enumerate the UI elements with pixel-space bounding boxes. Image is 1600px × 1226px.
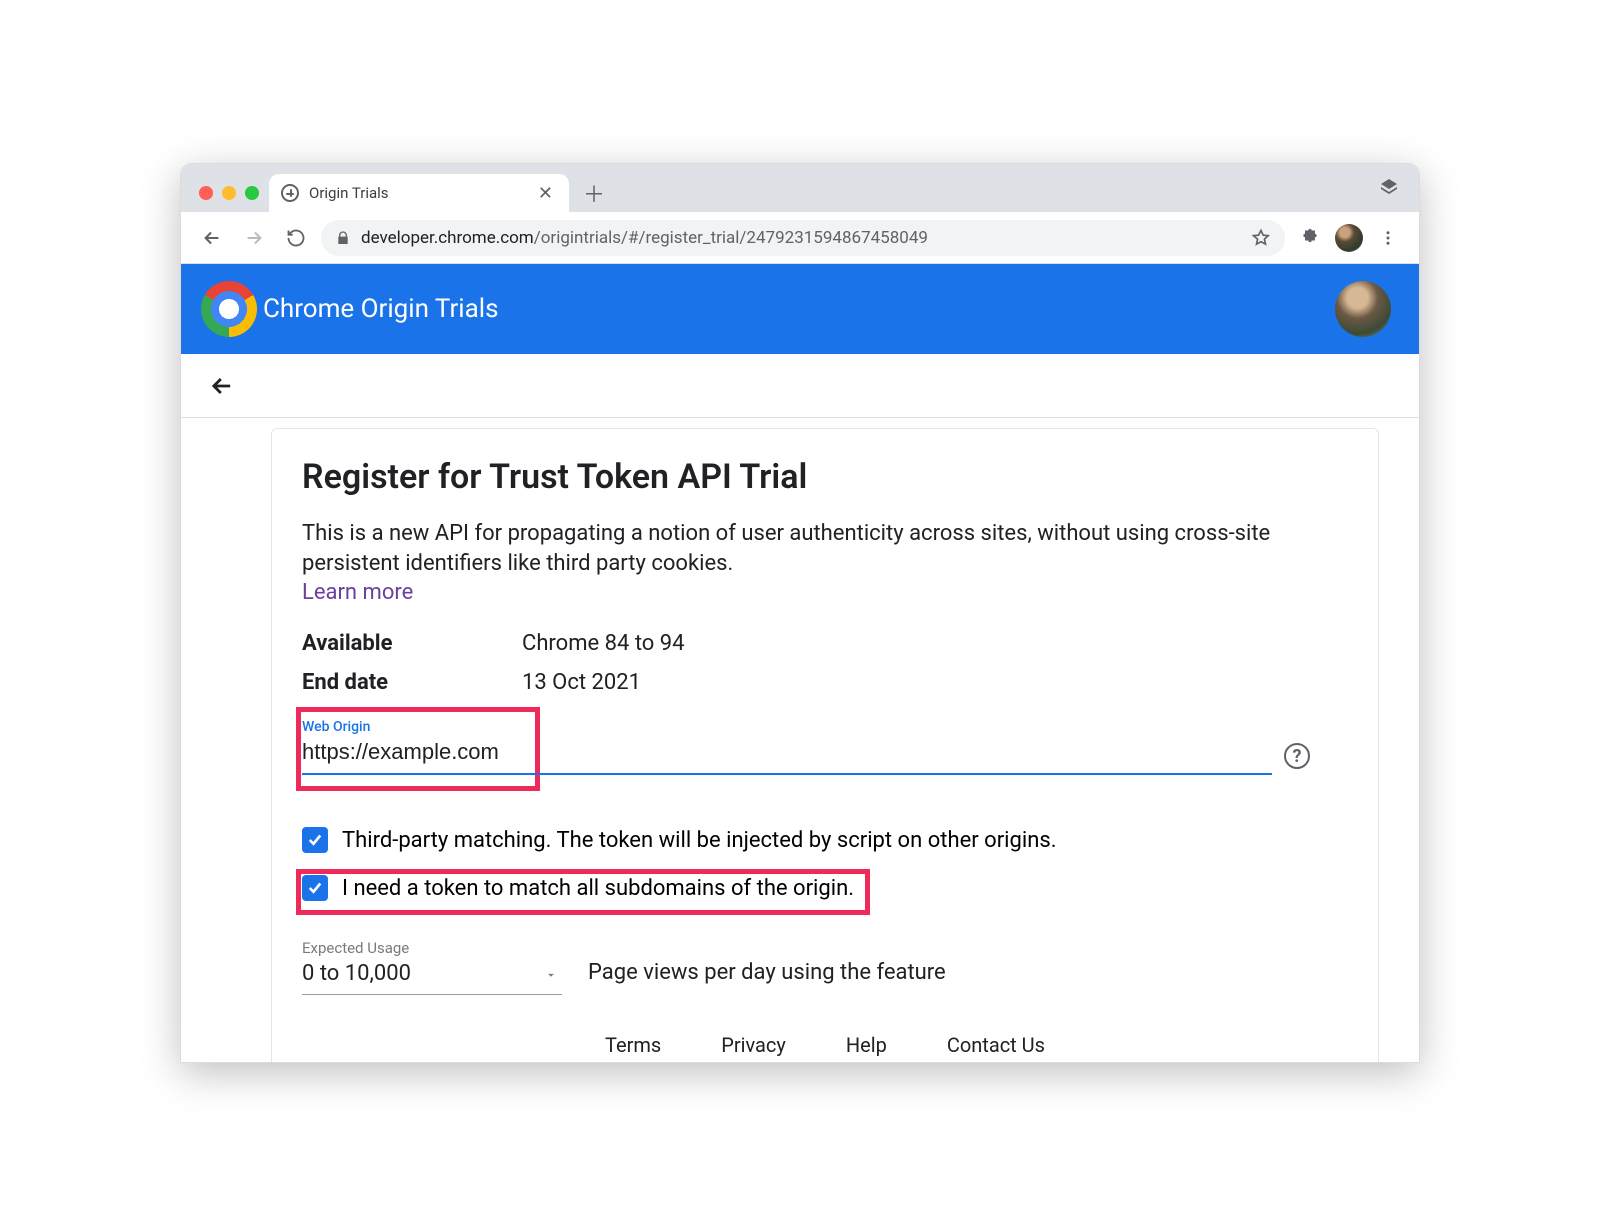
expected-usage-label: Expected Usage xyxy=(302,939,562,957)
browser-window: Origin Trials ✕ ＋ developer.chrome.com/o… xyxy=(180,163,1420,1063)
end-date-label: End date xyxy=(302,670,522,695)
web-origin-input[interactable] xyxy=(302,735,1272,773)
third-party-label: Third-party matching. The token will be … xyxy=(342,828,1057,853)
browser-toolbar: developer.chrome.com/origintrials/#/regi… xyxy=(181,212,1419,264)
browser-menu-button[interactable] xyxy=(1371,221,1405,255)
bookmark-star-icon[interactable] xyxy=(1251,228,1271,248)
page-content: Chrome Origin Trials Register for Trust … xyxy=(181,264,1419,1062)
learn-more-link[interactable]: Learn more xyxy=(302,580,413,605)
address-bar[interactable]: developer.chrome.com/origintrials/#/regi… xyxy=(321,220,1285,256)
minimize-window-button[interactable] xyxy=(222,186,236,200)
footer-privacy-link[interactable]: Privacy xyxy=(721,1033,786,1057)
footer-terms-link[interactable]: Terms xyxy=(605,1033,661,1057)
meta-section: Available Chrome 84 to 94 End date 13 Oc… xyxy=(302,631,1348,695)
expected-usage-value: 0 to 10,000 xyxy=(302,957,562,994)
url-text: developer.chrome.com/origintrials/#/regi… xyxy=(361,228,1241,248)
nav-forward-button[interactable] xyxy=(237,221,271,255)
new-tab-button[interactable]: ＋ xyxy=(579,178,609,208)
subdomain-checkbox[interactable] xyxy=(302,875,328,901)
end-date-value: 13 Oct 2021 xyxy=(522,670,641,695)
app-title: Chrome Origin Trials xyxy=(263,294,499,324)
url-host: developer.chrome.com xyxy=(361,228,534,248)
browser-tab[interactable]: Origin Trials ✕ xyxy=(269,174,569,212)
globe-icon xyxy=(281,184,299,202)
footer-help-link[interactable]: Help xyxy=(846,1033,887,1057)
third-party-checkbox-row: Third-party matching. The token will be … xyxy=(302,827,1348,853)
reload-button[interactable] xyxy=(279,221,313,255)
web-origin-label: Web Origin xyxy=(302,719,1272,735)
meta-available: Available Chrome 84 to 94 xyxy=(302,631,1348,656)
app-header: Chrome Origin Trials xyxy=(181,264,1419,354)
nav-back-button[interactable] xyxy=(195,221,229,255)
lock-icon xyxy=(335,230,351,246)
footer-contact-link[interactable]: Contact Us xyxy=(947,1033,1045,1057)
tab-strip: Origin Trials ✕ ＋ xyxy=(181,164,1419,212)
chevron-down-icon xyxy=(544,968,558,982)
profile-indicator-icon[interactable] xyxy=(1377,176,1401,200)
window-controls xyxy=(193,186,269,212)
sub-toolbar xyxy=(181,354,1419,418)
close-tab-button[interactable]: ✕ xyxy=(534,181,557,206)
available-label: Available xyxy=(302,631,522,656)
footer-links: Terms Privacy Help Contact Us xyxy=(302,1033,1348,1057)
page-back-button[interactable] xyxy=(205,369,239,403)
available-value: Chrome 84 to 94 xyxy=(522,631,685,656)
expected-usage-select[interactable]: Expected Usage 0 to 10,000 xyxy=(302,935,562,995)
account-avatar[interactable] xyxy=(1335,281,1391,337)
subdomain-checkbox-row: I need a token to match all subdomains o… xyxy=(302,875,1348,901)
chrome-logo-icon xyxy=(201,281,257,337)
help-icon[interactable]: ? xyxy=(1284,743,1310,769)
expected-usage-help: Page views per day using the feature xyxy=(588,960,946,995)
expected-usage-row: Expected Usage 0 to 10,000 Page views pe… xyxy=(302,935,1348,995)
url-path: /origintrials/#/register_trial/247923159… xyxy=(534,228,928,248)
tab-title: Origin Trials xyxy=(309,184,524,202)
third-party-checkbox[interactable] xyxy=(302,827,328,853)
subdomain-label: I need a token to match all subdomains o… xyxy=(342,876,854,901)
zoom-window-button[interactable] xyxy=(245,186,259,200)
registration-card: Register for Trust Token API Trial This … xyxy=(271,428,1379,1062)
profile-avatar[interactable] xyxy=(1335,224,1363,252)
close-window-button[interactable] xyxy=(199,186,213,200)
page-title: Register for Trust Token API Trial xyxy=(302,457,1348,497)
web-origin-field[interactable]: Web Origin ? xyxy=(302,713,1272,775)
web-origin-field-wrap: Web Origin ? xyxy=(302,713,1348,775)
extensions-icon[interactable] xyxy=(1293,221,1327,255)
page-description: This is a new API for propagating a noti… xyxy=(302,519,1348,578)
meta-end-date: End date 13 Oct 2021 xyxy=(302,670,1348,695)
app-brand[interactable]: Chrome Origin Trials xyxy=(201,281,499,337)
